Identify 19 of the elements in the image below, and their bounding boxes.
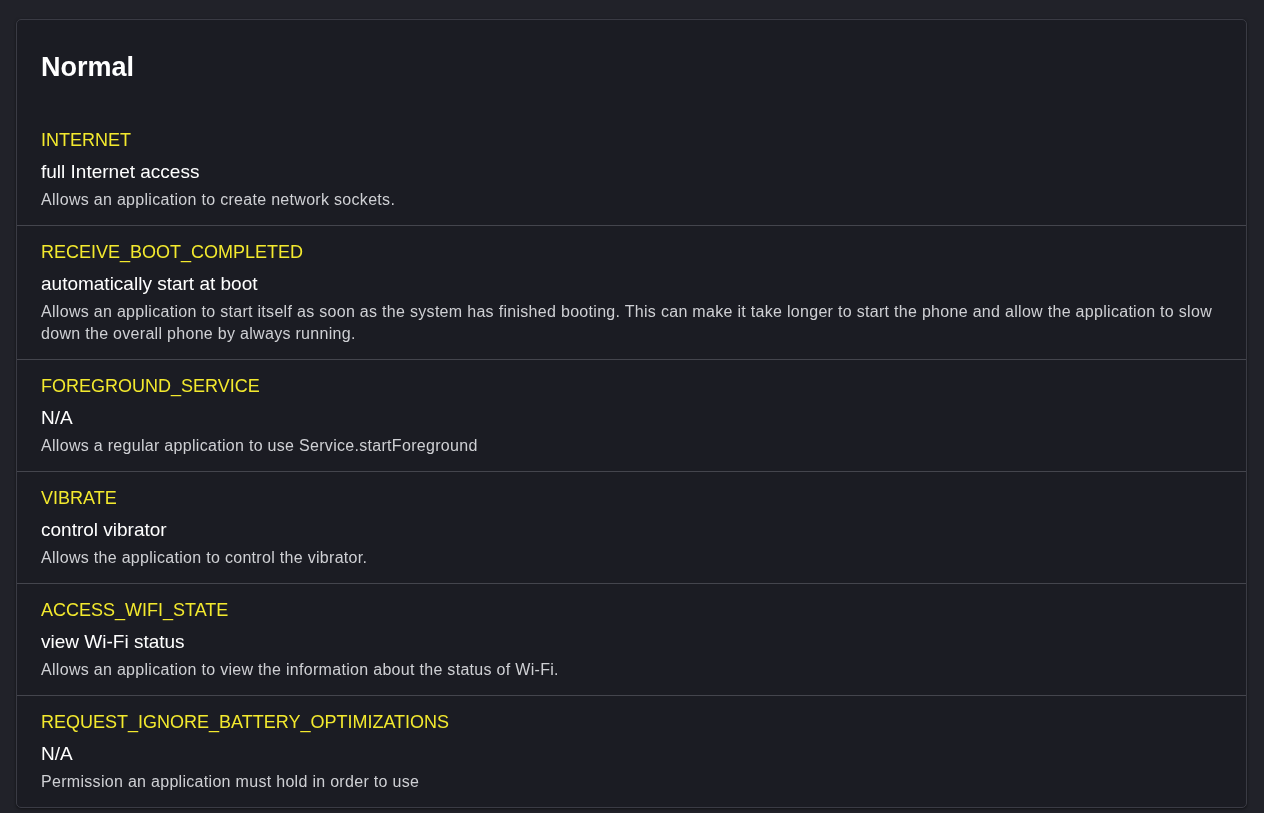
- permission-description: Allows an application to create network sockets.: [41, 190, 397, 210]
- permission-label: automatically start at boot: [41, 272, 259, 296]
- permission-name: REQUEST_IGNORE_BATTERY_OPTIMIZATIONS: [41, 711, 451, 734]
- permission-description: Permission an application must hold in order to use: [41, 772, 421, 792]
- permission-label: full Internet access: [41, 160, 201, 184]
- permission-name: FOREGROUND_SERVICE: [41, 375, 261, 398]
- permission-name: RECEIVE_BOOT_COMPLETED: [41, 241, 305, 264]
- permission-name: ACCESS_WIFI_STATE: [41, 599, 230, 622]
- permission-description: Allows a regular application to use Service.startForeground: [41, 436, 479, 456]
- permission-description: Allows an application to view the information about the status of Wi-Fi.: [41, 660, 560, 680]
- permission-label: N/A: [41, 742, 74, 766]
- permission-label: N/A: [41, 406, 74, 430]
- permission-description: Allows the application to control the vibrator.: [41, 548, 369, 568]
- permission-label: view Wi-Fi status: [41, 630, 186, 654]
- permission-name: INTERNET: [41, 129, 132, 152]
- permission-label: control vibrator: [41, 518, 168, 542]
- permission-name: VIBRATE: [41, 487, 118, 510]
- section-title: Normal: [40, 51, 136, 84]
- permission-description: Allows an application to start itself as soon as the system has finished booting. This can make it take longer to start the phone and allow the application to slow down the overall phone by always running.: [41, 302, 1213, 344]
